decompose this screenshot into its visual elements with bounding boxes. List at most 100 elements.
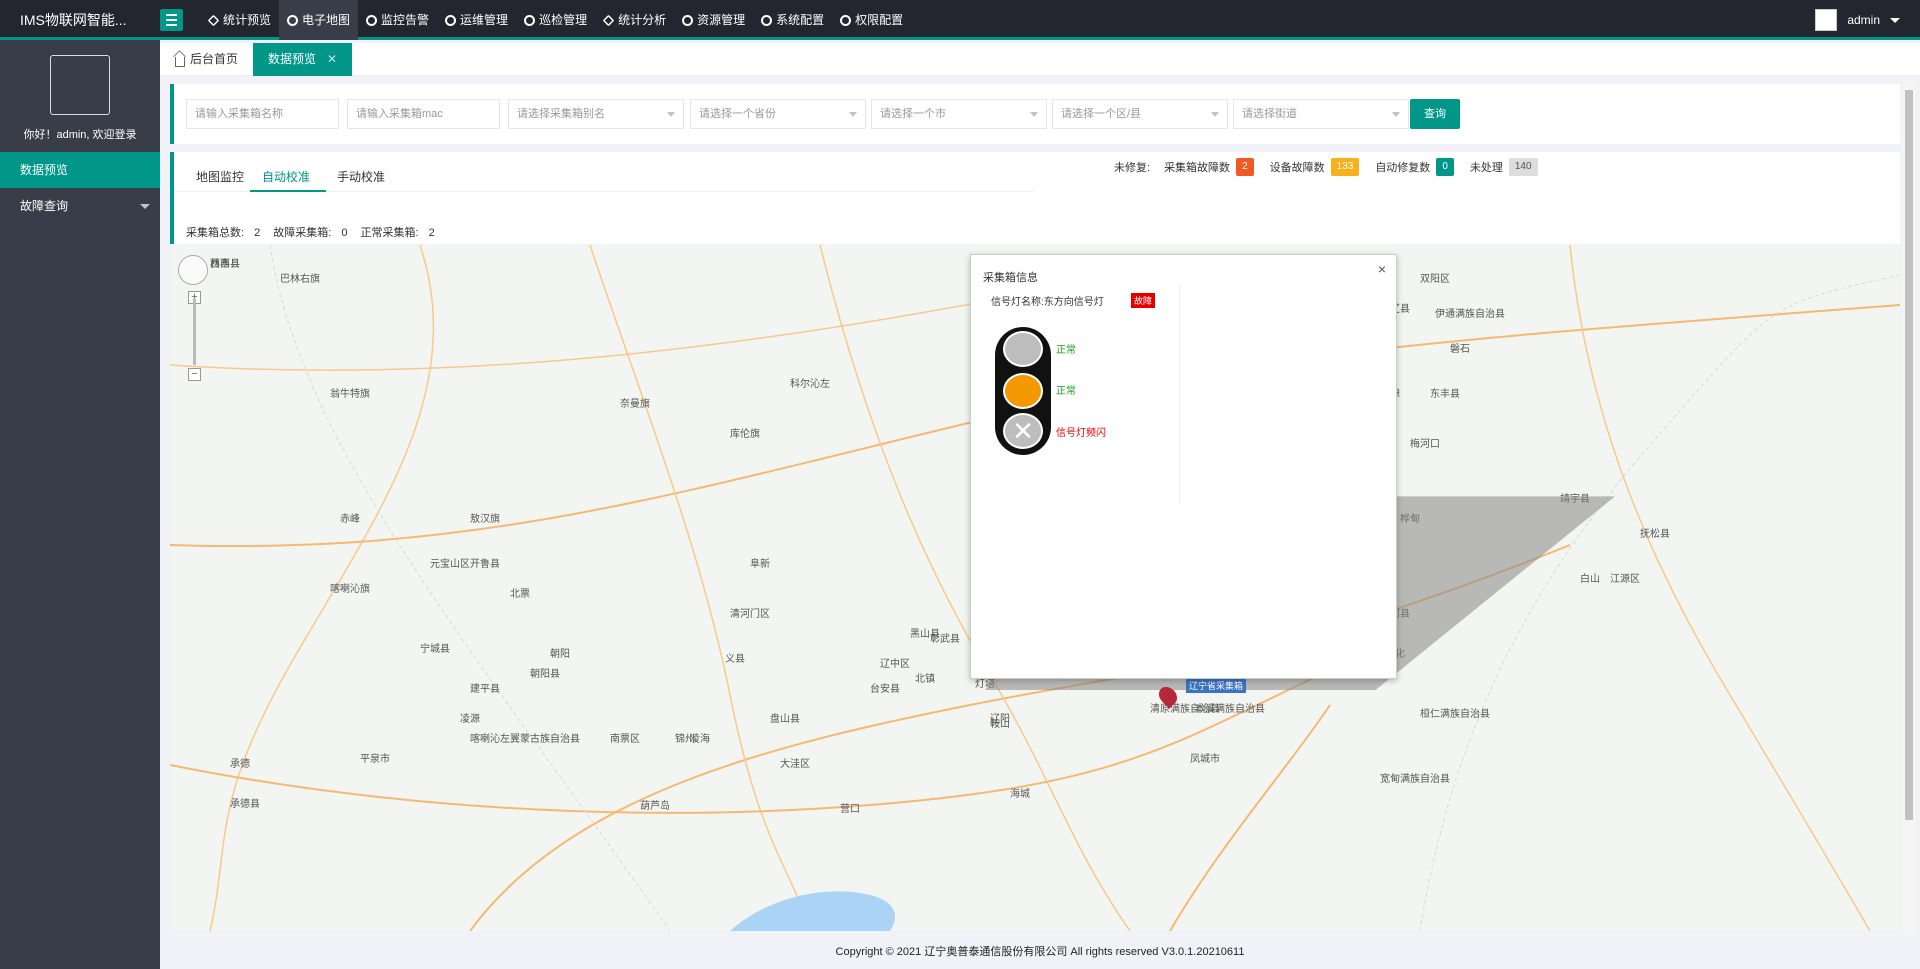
map-place-label: 锦州	[675, 734, 695, 745]
nav-inspection[interactable]: 巡检管理	[516, 0, 595, 40]
user-name[interactable]: admin	[1847, 13, 1880, 27]
map-place-label: 白山	[1580, 574, 1600, 585]
signal-light-name: 信号灯名称:东方向信号灯	[991, 297, 1104, 308]
info-window: 采集箱信息 × 信号灯名称:东方向信号灯 故障 ✕ 正常 正常 信号灯频闪	[970, 254, 1397, 679]
close-icon[interactable]: ✕	[327, 43, 337, 76]
unhandled-badge: 140	[1508, 158, 1538, 176]
map-place-label: 台安县	[870, 684, 900, 695]
box-alias-select[interactable]: 请选择采集箱别名	[508, 99, 684, 129]
map-place-label: 清原满族自治县	[1150, 704, 1220, 715]
nav-permission-config[interactable]: 权限配置	[832, 0, 911, 40]
divider	[1179, 285, 1180, 505]
map-place-label: 建平县	[470, 684, 500, 695]
nav-analysis[interactable]: 统计分析	[595, 0, 674, 40]
map-place-label: 凌源	[460, 714, 480, 725]
map-place-label: 清河门区	[730, 609, 770, 620]
avatar[interactable]	[1815, 9, 1838, 31]
nav-monitor-alarm[interactable]: 监控告警	[358, 0, 437, 40]
box-fault-badge: 2	[1236, 158, 1254, 176]
map-panel-header: 地图监控 自动校准 手动校准 未修复: 采集箱故障数 2 设备故障数 133 自…	[170, 152, 1900, 244]
map-place-label: 北镇	[915, 674, 935, 685]
fault-legend: 未修复: 采集箱故障数 2 设备故障数 133 自动修复数 0 未处理 140	[1114, 158, 1548, 176]
nav-resources[interactable]: 资源管理	[674, 0, 753, 40]
tab-data-preview[interactable]: 数据预览 ✕	[253, 43, 353, 76]
district-select[interactable]: 请选择一个区/县	[1052, 99, 1228, 129]
traffic-light-icon: ✕	[995, 327, 1051, 455]
city-select[interactable]: 请选择一个市	[871, 99, 1047, 129]
unhandled-label: 未处理	[1469, 162, 1503, 174]
home-icon	[175, 56, 185, 67]
query-button[interactable]: 查询	[1410, 99, 1460, 129]
chevron-down-icon	[1890, 17, 1900, 23]
auto-repair-label: 自动修复数	[1375, 162, 1431, 174]
map-place-label: 承德	[230, 759, 250, 770]
scrollbar-thumb[interactable]	[1905, 90, 1913, 820]
gear-icon	[761, 14, 773, 26]
device-fault-badge: 133	[1330, 158, 1360, 176]
lamp-status-bottom: 信号灯频闪	[1056, 428, 1106, 439]
box-fault-label: 采集箱故障数	[1164, 162, 1231, 174]
sidebar-item-data-preview[interactable]: 数据预览	[0, 152, 160, 188]
gear-icon	[524, 14, 536, 26]
map-place-label: 抚松县	[1640, 529, 1670, 540]
gear-icon	[840, 14, 852, 26]
chevron-down-icon	[1392, 112, 1400, 117]
map-place-label: 朝阳	[550, 649, 570, 660]
map-pan-control[interactable]	[178, 255, 208, 285]
map-place-label: 喀喇沁旗	[330, 584, 370, 595]
map-place-label: 赤峰	[340, 514, 360, 525]
sidebar-item-fault-query[interactable]: 故障查询	[0, 188, 160, 224]
zoom-out-button[interactable]: −	[188, 368, 201, 381]
map-place-label: 宽甸满族自治县	[1380, 774, 1450, 785]
map-place-label: 东丰县	[1430, 389, 1460, 400]
tab-auto-calibrate[interactable]: 自动校准	[262, 168, 310, 185]
nav-system-config[interactable]: 系统配置	[753, 0, 832, 40]
tab-manual-calibrate[interactable]: 手动校准	[337, 168, 385, 185]
map-place-label: 科尔沁左	[790, 379, 830, 390]
map-place-label: 江源区	[1610, 574, 1640, 585]
map-place-label: 营口	[840, 804, 860, 815]
chevron-down-icon	[1030, 112, 1038, 117]
page-tabs: 后台首页 数据预览 ✕	[160, 43, 1920, 76]
map-place-label: 盘山县	[770, 714, 800, 725]
marker-label[interactable]: 辽宁省采集箱	[1186, 678, 1247, 693]
nav-stats-preview[interactable]: 统计预览	[200, 0, 279, 40]
normal-label: 正常采集箱:	[360, 227, 419, 239]
box-name-input[interactable]: 请输入采集箱名称	[186, 99, 339, 129]
normal-value: 2	[428, 227, 435, 239]
lamp-status-top: 正常	[1056, 345, 1076, 356]
map-place-label: 巴林右旗	[280, 274, 320, 285]
province-select[interactable]: 请选择一个省份	[690, 99, 866, 129]
user-menu[interactable]: admin	[1815, 0, 1920, 40]
box-mac-input[interactable]: 请输入采集箱mac	[347, 99, 500, 129]
nav-ops[interactable]: 运维管理	[437, 0, 516, 40]
map-place-label: 磐石	[1450, 344, 1470, 355]
chevron-down-icon	[140, 204, 150, 209]
menu-toggle-button[interactable]	[160, 9, 183, 31]
zoom-slider[interactable]	[193, 299, 196, 365]
close-icon[interactable]: ×	[1378, 261, 1386, 277]
chevron-down-icon	[849, 112, 857, 117]
total-value: 2	[254, 227, 261, 239]
chevron-down-icon	[1211, 112, 1219, 117]
sidebar-avatar	[50, 55, 110, 115]
map-place-label: 元宝山区	[430, 559, 470, 570]
map-place-label: 奈曼旗	[620, 399, 650, 410]
nav-emap[interactable]: 电子地图	[279, 0, 359, 40]
active-tab-indicator	[250, 190, 326, 192]
device-fault-label: 设备故障数	[1269, 162, 1325, 174]
map-place-label: 库伦旗	[730, 429, 760, 440]
street-select[interactable]: 请选择街道	[1233, 99, 1409, 129]
map-place-label: 承德县	[230, 799, 260, 810]
sidebar: 你好！admin, 欢迎登录 数据预览 故障查询	[0, 40, 160, 969]
map-place-label: 南票区	[610, 734, 640, 745]
app-title: IMS物联网智能...	[20, 12, 127, 28]
page-scrollbar[interactable]	[1902, 80, 1916, 935]
fault-label: 故障采集箱:	[273, 227, 332, 239]
auto-repair-badge: 0	[1436, 158, 1454, 176]
map-place-label: 辽中区	[880, 659, 910, 670]
layers-icon	[207, 14, 220, 26]
tab-home[interactable]: 后台首页	[160, 43, 253, 76]
lamp-bottom-x-icon: ✕	[1003, 413, 1043, 449]
gear-icon	[366, 14, 378, 26]
